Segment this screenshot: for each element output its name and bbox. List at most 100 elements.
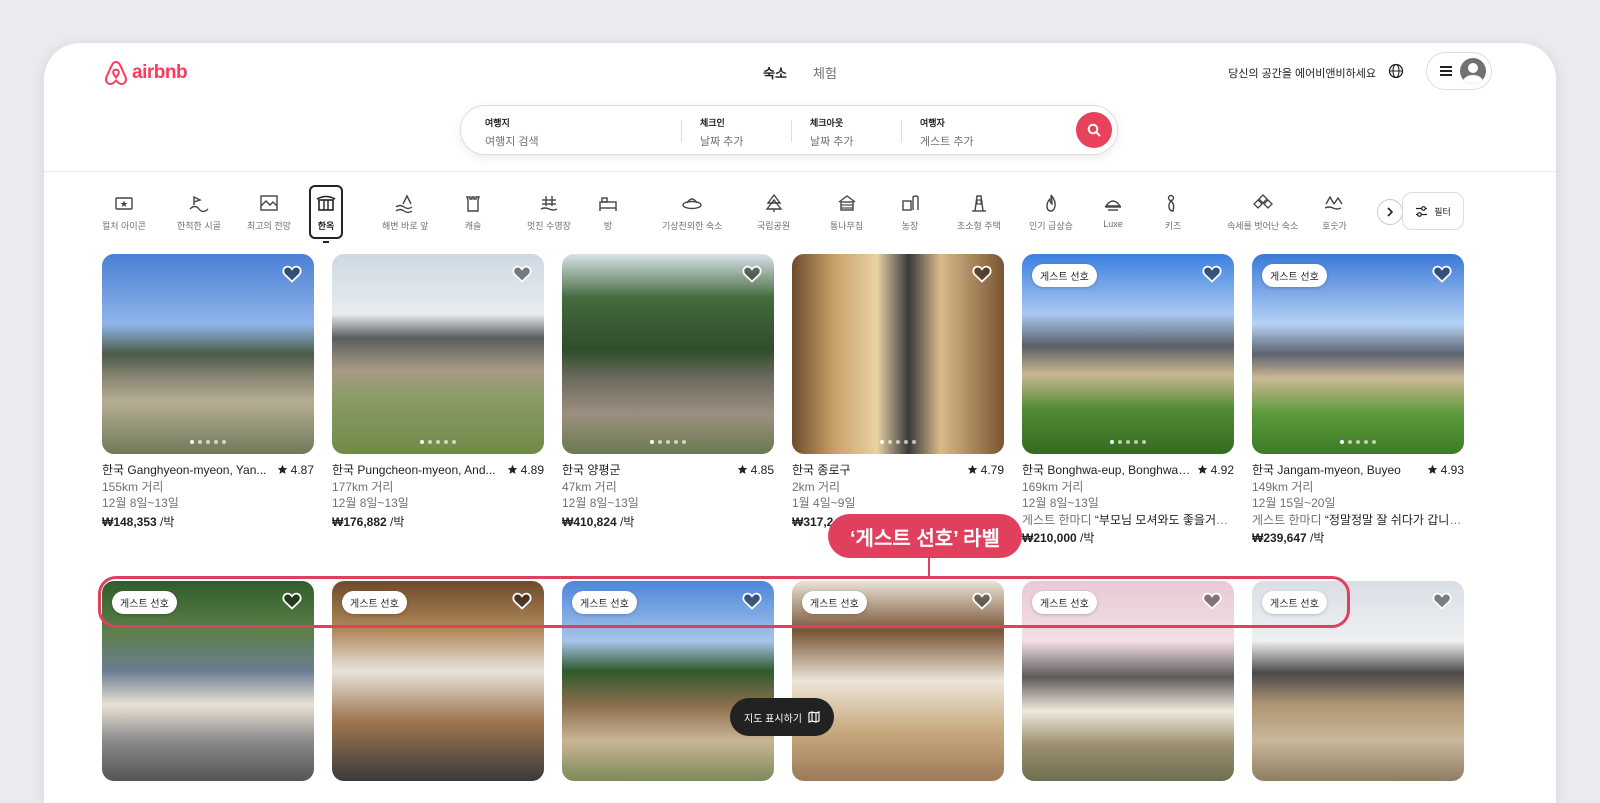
heart-icon[interactable] — [742, 265, 762, 283]
price-value: ₩317,2 — [792, 514, 834, 529]
profile-menu-button[interactable] — [1426, 52, 1492, 90]
heart-icon[interactable] — [972, 592, 992, 610]
category-2[interactable]: 최고의 전망 — [247, 187, 291, 239]
tab-stays[interactable]: 숙소 — [763, 63, 787, 82]
category-10[interactable]: 통나무집 — [830, 187, 863, 239]
photo-pagination — [420, 440, 456, 444]
listing-card[interactable]: 게스트 선호 한국 Bonghwa-eup, Bonghwa-... 4.92 169… — [1022, 254, 1234, 547]
destination-placeholder: 여행지 검색 — [485, 136, 539, 148]
filter-button[interactable]: 필터 — [1402, 192, 1464, 230]
listing-title: 한국 Pungcheon-myeon, And... — [332, 463, 496, 477]
listing-rating: 4.87 — [277, 462, 314, 479]
listing-photo[interactable]: 게스트 선호 — [1022, 254, 1234, 454]
heart-icon[interactable] — [512, 592, 532, 610]
guest-favorite-badge: 게스트 선호 — [1032, 264, 1097, 287]
search-destination[interactable]: 여행지 여행지 검색 — [485, 116, 539, 149]
listing-card[interactable]: 게스트 선호 — [102, 581, 314, 781]
listing-card[interactable]: 한국 양평군 4.85 47km 거리 12월 8일~13일 ₩410,824 /박 — [562, 254, 774, 530]
listing-card[interactable]: 게스트 선호 — [792, 581, 1004, 781]
view-icon — [260, 195, 278, 211]
listing-photo[interactable] — [792, 254, 1004, 454]
category-label: 통나무집 — [830, 221, 864, 231]
listing-photo[interactable]: 게스트 선호 — [1022, 581, 1234, 781]
category-3[interactable]: 한옥 — [309, 185, 343, 243]
heart-icon[interactable] — [1432, 592, 1452, 610]
category-next-button[interactable] — [1377, 199, 1403, 225]
search-checkout[interactable]: 체크아웃 날짜 추가 — [810, 116, 854, 149]
search-checkin[interactable]: 체크인 날짜 추가 — [700, 116, 744, 149]
category-4[interactable]: 해변 바로 앞 — [382, 187, 428, 239]
photo-pagination — [650, 440, 686, 444]
listing-card[interactable]: 게스트 선호 — [562, 581, 774, 781]
category-12[interactable]: 초소형 주택 — [957, 187, 1001, 239]
heart-icon[interactable] — [1202, 265, 1222, 283]
price-value: ₩176,882 — [332, 514, 387, 529]
heart-icon[interactable] — [282, 592, 302, 610]
category-label: 초소형 주택 — [957, 221, 1001, 231]
category-label: 속세를 벗어난 숙소 — [1227, 221, 1299, 231]
show-map-label: 지도 표시하기 — [744, 713, 802, 725]
category-label: 호숫가 — [1322, 221, 1347, 231]
category-9[interactable]: 국립공원 — [757, 187, 790, 239]
category-11[interactable]: 농장 — [899, 187, 921, 239]
listing-card[interactable]: 게스트 선호 — [1022, 581, 1234, 781]
chevron-right-icon — [1387, 207, 1394, 217]
listing-card[interactable]: 게스트 선호 한국 Jangam-myeon, Buyeo 4.93 149km 거리… — [1252, 254, 1464, 547]
listing-title: 한국 Bonghwa-eup, Bonghwa-... — [1022, 463, 1192, 477]
listing-distance: 2km 거리 — [792, 479, 841, 494]
price-unit: /박 — [616, 514, 635, 529]
listing-card[interactable]: 한국 Pungcheon-myeon, And... 4.89 177km 거리 12… — [332, 254, 544, 530]
listing-distance: 149km 거리 — [1252, 479, 1314, 494]
heart-icon[interactable] — [1202, 592, 1222, 610]
search-guests[interactable]: 여행자 게스트 추가 — [920, 116, 974, 149]
map-icon — [808, 711, 820, 723]
listing-card[interactable]: 게스트 선호 — [332, 581, 544, 781]
heart-icon[interactable] — [742, 592, 762, 610]
listing-photo[interactable]: 게스트 선호 — [332, 581, 544, 781]
category-17[interactable]: 호숫가 — [1322, 187, 1347, 239]
listing-photo[interactable]: 게스트 선호 — [792, 581, 1004, 781]
host-link[interactable]: 당신의 공간을 에어비앤비하세요 — [1228, 65, 1376, 81]
category-7[interactable]: 방 — [597, 187, 619, 239]
category-6[interactable]: 멋진 수영장 — [527, 187, 571, 239]
heart-icon[interactable] — [512, 265, 532, 283]
listing-title: 한국 Ganghyeon-myeon, Yan... — [102, 463, 267, 477]
search-button[interactable] — [1076, 112, 1112, 148]
category-5[interactable]: 캐슬 — [462, 187, 484, 239]
checkout-label: 체크아웃 — [810, 118, 844, 128]
listing-photo[interactable] — [102, 254, 314, 454]
heart-icon[interactable] — [1432, 265, 1452, 283]
listing-photo[interactable] — [562, 254, 774, 454]
listing-title: 한국 Jangam-myeon, Buyeo — [1252, 463, 1401, 477]
heart-icon[interactable] — [972, 265, 992, 283]
price-unit: /박 — [156, 514, 175, 529]
star-icon — [1427, 464, 1437, 474]
category-16[interactable]: 속세를 벗어난 숙소 — [1227, 187, 1298, 239]
show-map-button[interactable]: 지도 표시하기 — [730, 698, 834, 736]
listing-photo[interactable] — [332, 254, 544, 454]
listing-photo[interactable]: 게스트 선호 — [1252, 254, 1464, 454]
category-15[interactable]: 키즈 — [1162, 187, 1184, 239]
category-1[interactable]: 한적한 시골 — [177, 187, 221, 239]
category-8[interactable]: 기상천외한 숙소 — [662, 187, 722, 239]
heart-icon[interactable] — [282, 265, 302, 283]
tab-experiences[interactable]: 체험 — [813, 63, 837, 82]
listing-photo[interactable]: 게스트 선호 — [102, 581, 314, 781]
browser-window: airbnb 숙소 체험 당신의 공간을 에어비앤비하세요 여행지 여행지 검색… — [44, 43, 1556, 803]
destination-label: 여행지 — [485, 118, 510, 128]
globe-icon[interactable] — [1388, 63, 1404, 79]
listing-card[interactable]: 한국 종로구 4.79 2km 거리 1월 4일~9일 ₩317,2 — [792, 254, 1004, 530]
review-label: 게스트 한마디 — [1022, 512, 1092, 527]
listing-photo[interactable]: 게스트 선호 — [1252, 581, 1464, 781]
category-14[interactable]: Luxe — [1102, 187, 1124, 239]
listing-card[interactable]: 게스트 선호 — [1252, 581, 1464, 781]
offgrid-icon — [1252, 194, 1273, 209]
listing-review: 게스트 한마디 “정말정말 잘 쉬다가 갑니다” — [1252, 512, 1464, 529]
category-0[interactable]: 컬처 아이콘 — [102, 187, 146, 239]
category-label: 최고의 전망 — [247, 221, 291, 231]
listing-photo[interactable]: 게스트 선호 — [562, 581, 774, 781]
listing-card[interactable]: 한국 Ganghyeon-myeon, Yan... 4.87 155km 거리 12… — [102, 254, 314, 530]
category-13[interactable]: 인기 급상승 — [1029, 187, 1073, 239]
category-label: 해변 바로 앞 — [382, 221, 429, 231]
price-unit: /박 — [386, 514, 405, 529]
